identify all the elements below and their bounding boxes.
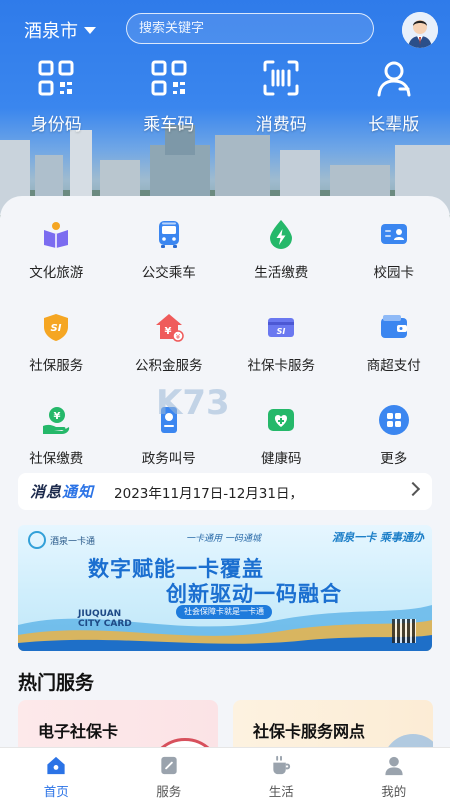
id-card-icon: [380, 224, 407, 244]
service-label: 社保卡服务: [247, 358, 316, 374]
social-security-shield-icon: SI: [44, 314, 69, 341]
code-label: 身份码: [30, 115, 82, 135]
lightning-drop-icon: [270, 220, 293, 249]
service-icon: [161, 756, 177, 775]
top-bar: 酒泉市: [0, 10, 450, 50]
banner-city-en: JIUQUAN: [78, 609, 122, 619]
service-campus-card[interactable]: 校园卡: [338, 218, 450, 281]
service-culture-tourism[interactable]: 文化旅游: [0, 218, 113, 281]
bottom-tab-bar: 首页 服务 生活 我的: [0, 747, 450, 800]
search-box[interactable]: [126, 13, 374, 44]
banner-tagline: 一卡通用 一码通城: [186, 534, 261, 544]
city-card-logo-icon: [28, 531, 46, 549]
house-fund-icon: ¥ ¥: [155, 314, 184, 342]
hot-services-title: 热门服务: [18, 672, 95, 694]
consume-code-button[interactable]: 消费码: [225, 58, 338, 135]
chevron-right-icon: [405, 481, 421, 497]
banner-slogan: 酒泉一卡 乘事通办: [332, 531, 424, 544]
service-label: 社保服务: [29, 358, 84, 374]
banner-english-label: JIUQUAN CITY CARD: [78, 609, 132, 629]
book-icon: [44, 222, 69, 248]
service-label: 公交乘车: [141, 265, 196, 281]
svg-text:SI: SI: [51, 323, 62, 334]
tab-life[interactable]: 生活: [225, 748, 338, 800]
service-supermarket-pay[interactable]: 商超支付: [338, 311, 450, 374]
svg-text:SI: SI: [277, 327, 286, 336]
svg-text:¥: ¥: [54, 411, 61, 422]
ride-code-button[interactable]: 乘车码: [113, 58, 226, 135]
code-label: 长辈版: [368, 115, 420, 135]
bus-icon: [158, 221, 179, 248]
svg-text:¥: ¥: [176, 333, 181, 341]
elder-user-icon: [377, 61, 411, 97]
avatar-person-icon: [402, 12, 438, 48]
health-code-icon: [268, 409, 295, 431]
profile-icon: [385, 756, 403, 776]
tab-profile[interactable]: 我的: [338, 748, 450, 800]
service-gov-queue[interactable]: 政务叫号: [113, 404, 226, 467]
caret-down-icon: [84, 26, 96, 34]
service-bus[interactable]: 公交乘车: [113, 218, 226, 281]
banner-brand: 酒泉一卡通: [28, 531, 95, 549]
notice-tag-part1: 消息: [30, 483, 63, 501]
service-label: 商超支付: [366, 358, 421, 374]
wallet-icon: [380, 315, 407, 338]
quick-codes: 身份码 乘车码 消费码 长辈版: [0, 58, 450, 135]
service-si-payment[interactable]: ¥ 社保缴费: [0, 404, 113, 467]
service-label: 社保缴费: [29, 451, 84, 467]
service-grid: 文化旅游 公交乘车 生活缴费 校园卡 SI 社保服务 ¥ ¥ 公积金服务 SI …: [0, 218, 450, 467]
hot-card-title: 社保卡服务网点: [253, 722, 366, 741]
city-name: 酒泉市: [24, 21, 78, 42]
elder-mode-button[interactable]: 长辈版: [338, 58, 450, 135]
tab-label: 生活: [268, 784, 294, 799]
city-selector[interactable]: 酒泉市: [24, 17, 96, 43]
service-label: 政务叫号: [141, 451, 196, 467]
banner-pill: 社会保障卡就是一卡通: [176, 605, 272, 619]
tab-service[interactable]: 服务: [113, 748, 226, 800]
service-label: 公积金服务: [135, 358, 203, 374]
queue-ticket-icon: [160, 407, 177, 433]
user-avatar[interactable]: [402, 12, 438, 48]
more-grid-icon: [378, 405, 409, 435]
service-health-code[interactable]: 健康码: [225, 404, 338, 467]
tab-label: 我的: [381, 784, 407, 799]
promo-banner[interactable]: 酒泉一卡通 一卡通用 一码通城 酒泉一卡 乘事通办 数字赋能一卡覆盖 创新驱动一…: [18, 525, 432, 651]
notice-tag: 消息通知: [30, 481, 94, 502]
search-input[interactable]: [139, 21, 339, 36]
home-icon: [47, 756, 65, 775]
social-security-card-icon: SI: [268, 318, 295, 337]
notice-tag-part2: 通知: [62, 483, 95, 501]
service-label: 文化旅游: [29, 265, 84, 281]
code-label: 消费码: [255, 115, 307, 135]
service-label: 校园卡: [373, 265, 415, 281]
notice-text: 2023年11月17日-12月31日，: [114, 485, 303, 502]
banner-qr-code: [392, 619, 416, 643]
payment-hand-icon: ¥: [43, 407, 70, 434]
code-label: 乘车码: [143, 115, 195, 135]
banner-card-en: CITY CARD: [78, 619, 132, 629]
service-si-card[interactable]: SI 社保卡服务: [225, 311, 338, 374]
id-code-button[interactable]: 身份码: [0, 58, 113, 135]
svg-text:¥: ¥: [164, 326, 171, 337]
tab-home[interactable]: 首页: [0, 748, 113, 800]
tab-label: 服务: [156, 784, 182, 799]
tab-label: 首页: [43, 784, 69, 799]
service-utility-payment[interactable]: 生活缴费: [225, 218, 338, 281]
service-label: 健康码: [261, 451, 302, 467]
service-grid-card: 文化旅游 公交乘车 生活缴费 校园卡 SI 社保服务 ¥ ¥ 公积金服务 SI …: [0, 196, 450, 467]
service-label: 更多: [380, 451, 408, 467]
banner-brand-text: 酒泉一卡通: [50, 536, 96, 547]
service-more[interactable]: 更多: [338, 404, 450, 467]
notice-bar[interactable]: 消息通知 2023年11月17日-12月31日，: [18, 473, 432, 510]
service-housing-fund[interactable]: ¥ ¥ 公积金服务: [113, 311, 226, 374]
scan-code-icon: [263, 60, 299, 96]
service-label: 生活缴费: [254, 265, 309, 281]
life-cup-icon: [273, 755, 291, 775]
hot-card-title: 电子社保卡: [38, 722, 119, 741]
qr-code-icon: [38, 60, 74, 96]
qr-code-icon: [151, 60, 187, 96]
service-social-security[interactable]: SI 社保服务: [0, 311, 113, 374]
banner-headline-2: 创新驱动一码融合: [166, 582, 342, 606]
